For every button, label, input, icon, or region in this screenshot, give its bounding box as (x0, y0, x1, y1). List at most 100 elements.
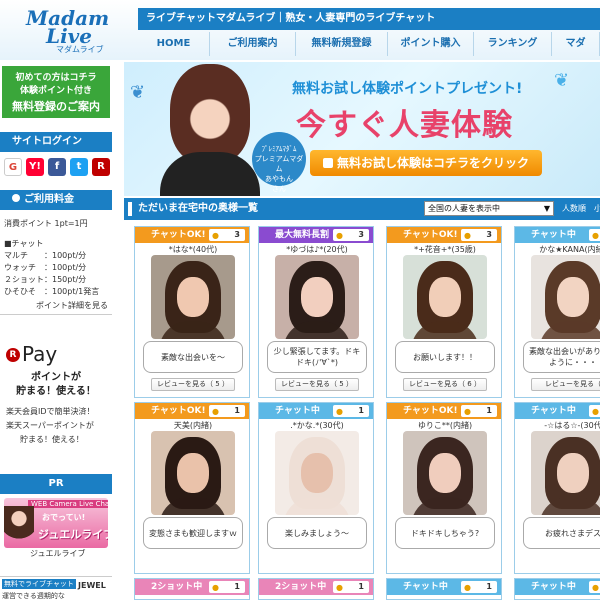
performer-name[interactable]: 天美(内緒) (135, 420, 249, 431)
performer-message: 変態さまも歓迎しますｗ (143, 517, 243, 549)
trial-banner[interactable]: ❦ ❦ ❦ ﾌﾟﾚﾐｱﾑﾏﾀﾞﾑ プレミアムマダム あやもん さん 無料お試し体… (124, 62, 600, 196)
card-status-label: チャット中 (531, 406, 576, 416)
rpay-sub2: 貯まる！使える！ (16, 386, 96, 397)
free-register-banner[interactable]: 初めての方はコチラ 体験ポイント付き 無料登録のご案内 (0, 64, 112, 120)
pr2-banner[interactable]: 無料でライブチャット 運営できる週期的な JEWEL (0, 576, 112, 600)
review-button[interactable]: レビューを見る（ (531, 378, 600, 391)
card-status-bar: チャットOK! ● 3 (387, 227, 501, 243)
performer-photo[interactable] (531, 255, 600, 339)
rpay-sub1: ポイントが (31, 372, 81, 383)
twitter-icon[interactable]: t (70, 158, 88, 176)
performer-card[interactable]: 2ショット中 ● 1 (258, 578, 374, 600)
hero-model-image (160, 62, 260, 196)
performer-photo[interactable] (275, 255, 359, 339)
performer-name[interactable]: .*かな.*(30代) (259, 420, 373, 431)
online-list-title: ただいま在宅中の奥様一覧 (138, 203, 258, 214)
section-marker (128, 202, 132, 216)
performer-message: 素敵な出会いを～ (143, 341, 243, 373)
card-status-bar: チャット中 ●1 (515, 579, 600, 595)
chevron-down-icon: ▼ (543, 204, 550, 213)
performer-name[interactable]: かな★KANA(内緒) (515, 244, 600, 255)
trial-button[interactable]: 無料お試し体験はコチラをクリック (310, 150, 542, 176)
performer-card[interactable]: 最大無料長割 ● 3 *ゆづは♪*(20代) 少し緊張してます。ドキドキ(ﾉ'∀`*) レ… (258, 226, 374, 398)
performer-name[interactable]: ゆりこ**(内緒) (387, 420, 501, 431)
nav-item-0[interactable]: HOME (138, 32, 210, 56)
sort-options[interactable]: 人数順 小 (562, 198, 600, 220)
card-status-label: チャット中 (275, 406, 320, 416)
jewel-live-banner[interactable]: WEB Camera Live Chat おでってい! ジュエルライブ (4, 498, 108, 548)
performer-photo[interactable] (531, 431, 600, 515)
review-button[interactable]: レビューを見る（ 5 ） (151, 378, 235, 391)
performer-card[interactable]: チャットOK! ● 1 ゆりこ**(内緒) ドキドキしちゃう? (386, 402, 502, 574)
performer-message: ドキドキしちゃう? (395, 517, 495, 549)
card-status-bar: チャットOK! ● 3 (135, 227, 249, 243)
performer-photo[interactable] (151, 431, 235, 515)
performer-message: お願いします！！ (395, 341, 495, 373)
person-icon: ● (464, 407, 471, 416)
card-status-bar: チャット中 ●1 (515, 227, 600, 243)
person-icon: ● (212, 231, 219, 240)
performer-name[interactable]: -☆はる☆-(30代 (515, 420, 600, 431)
yahoo-icon[interactable]: Y! (26, 158, 44, 176)
performer-card[interactable]: チャット中●1 (386, 578, 502, 600)
photo-face (177, 453, 209, 493)
person-icon: ● (212, 583, 219, 592)
rpay-desc1: 楽天会員IDで簡単決済！ (6, 407, 95, 416)
nav-item-3[interactable]: ポイント購入 (388, 32, 474, 56)
performer-card[interactable]: 2ショット中 ● 1 (134, 578, 250, 600)
viewer-count: ●1 (589, 405, 600, 417)
fee-heading: ご利用料金 (0, 190, 112, 210)
viewer-count-value: 1 (486, 406, 492, 415)
nav-item-5[interactable]: マダ (552, 32, 600, 56)
butterfly-icon-right: ❦ (554, 70, 570, 91)
rpay-desc2: 楽天スーパーポイントが (6, 421, 94, 430)
performer-card[interactable]: チャットOK! ● 3 *+花音+*(35歳) お願いします！！ レビューを見る（ 6 ） (386, 226, 502, 398)
promo-line2: 体験ポイント付き (19, 86, 92, 96)
performer-photo[interactable] (151, 255, 235, 339)
performer-card[interactable]: チャット中 ●1 -☆はる☆-(30代お疲れさまデス (514, 402, 600, 574)
person-icon: ● (336, 407, 343, 416)
performer-name[interactable]: *はな*(40代) (135, 244, 249, 255)
login-heading: サイトログイン (0, 132, 112, 152)
sidebar-divider (0, 314, 112, 315)
performer-name[interactable]: *ゆづは♪*(20代) (259, 244, 373, 255)
performer-card[interactable]: チャット中 ● 1 .*かな.*(30代) 楽しみましょう～ (258, 402, 374, 574)
review-button[interactable]: レビューを見る（ 5 ） (275, 378, 359, 391)
pr-label[interactable]: ジュエルライブ (30, 548, 85, 559)
viewer-count-value: 1 (486, 582, 492, 591)
page-root: Madam Live マダムライブ ライブチャットマダムライブ｜熟女・人妻専門の… (0, 0, 600, 600)
viewer-count-value: 1 (234, 582, 240, 591)
performer-photo[interactable] (403, 431, 487, 515)
fee-detail-link[interactable]: ポイント詳細を見る (36, 300, 108, 311)
performer-photo[interactable] (275, 431, 359, 515)
logo-sub: マダムライブ (56, 45, 104, 54)
performer-photo[interactable] (403, 255, 487, 339)
performer-card[interactable]: チャット中●1 (514, 578, 600, 600)
viewer-count: ● 3 (461, 229, 497, 241)
nav-item-1[interactable]: ご利用案内 (210, 32, 296, 56)
pr-banner-main: ジュエルライブ (38, 528, 108, 541)
nav-item-4[interactable]: ランキング (474, 32, 552, 56)
google-icon[interactable]: G (4, 158, 22, 176)
card-status-bar: チャットOK! ● 1 (135, 403, 249, 419)
online-list-header: ただいま在宅中の奥様一覧 全国の人妻を表示中 ▼ 人数順 小 (124, 198, 600, 220)
region-select[interactable]: 全国の人妻を表示中 ▼ (424, 201, 554, 216)
performer-name[interactable]: *+花音+*(35歳) (387, 244, 501, 255)
rakuten-icon[interactable]: R (92, 158, 110, 176)
card-status-label: チャットOK! (403, 230, 458, 240)
performer-card[interactable]: チャット中 ●1 かな★KANA(内緒) 素敵な出会いがありますように・・・レビューを… (514, 226, 600, 398)
facebook-icon[interactable]: f (48, 158, 66, 176)
person-icon: ● (336, 583, 343, 592)
viewer-count: ●1 (461, 581, 497, 593)
site-logo[interactable]: Madam Live マダムライブ (4, 4, 114, 56)
viewer-count-value: 3 (234, 230, 240, 239)
butterfly-icon: ❦ (130, 82, 146, 103)
performer-card[interactable]: チャットOK! ● 1 天美(内緒) 変態さまも歓迎しますｗ (134, 402, 250, 574)
nav-item-2[interactable]: 無料新規登録 (296, 32, 388, 56)
banner-title: 今すぐ人妻体験 (296, 108, 513, 143)
performer-card[interactable]: チャットOK! ● 3 *はな*(40代) 素敵な出会いを～ レビューを見る（ 5 ） (134, 226, 250, 398)
viewer-count: ●1 (333, 581, 369, 593)
review-button[interactable]: レビューを見る（ 6 ） (403, 378, 487, 391)
card-status-bar: 2ショット中 ● 1 (135, 579, 249, 595)
card-status-label: チャットOK! (151, 406, 206, 416)
